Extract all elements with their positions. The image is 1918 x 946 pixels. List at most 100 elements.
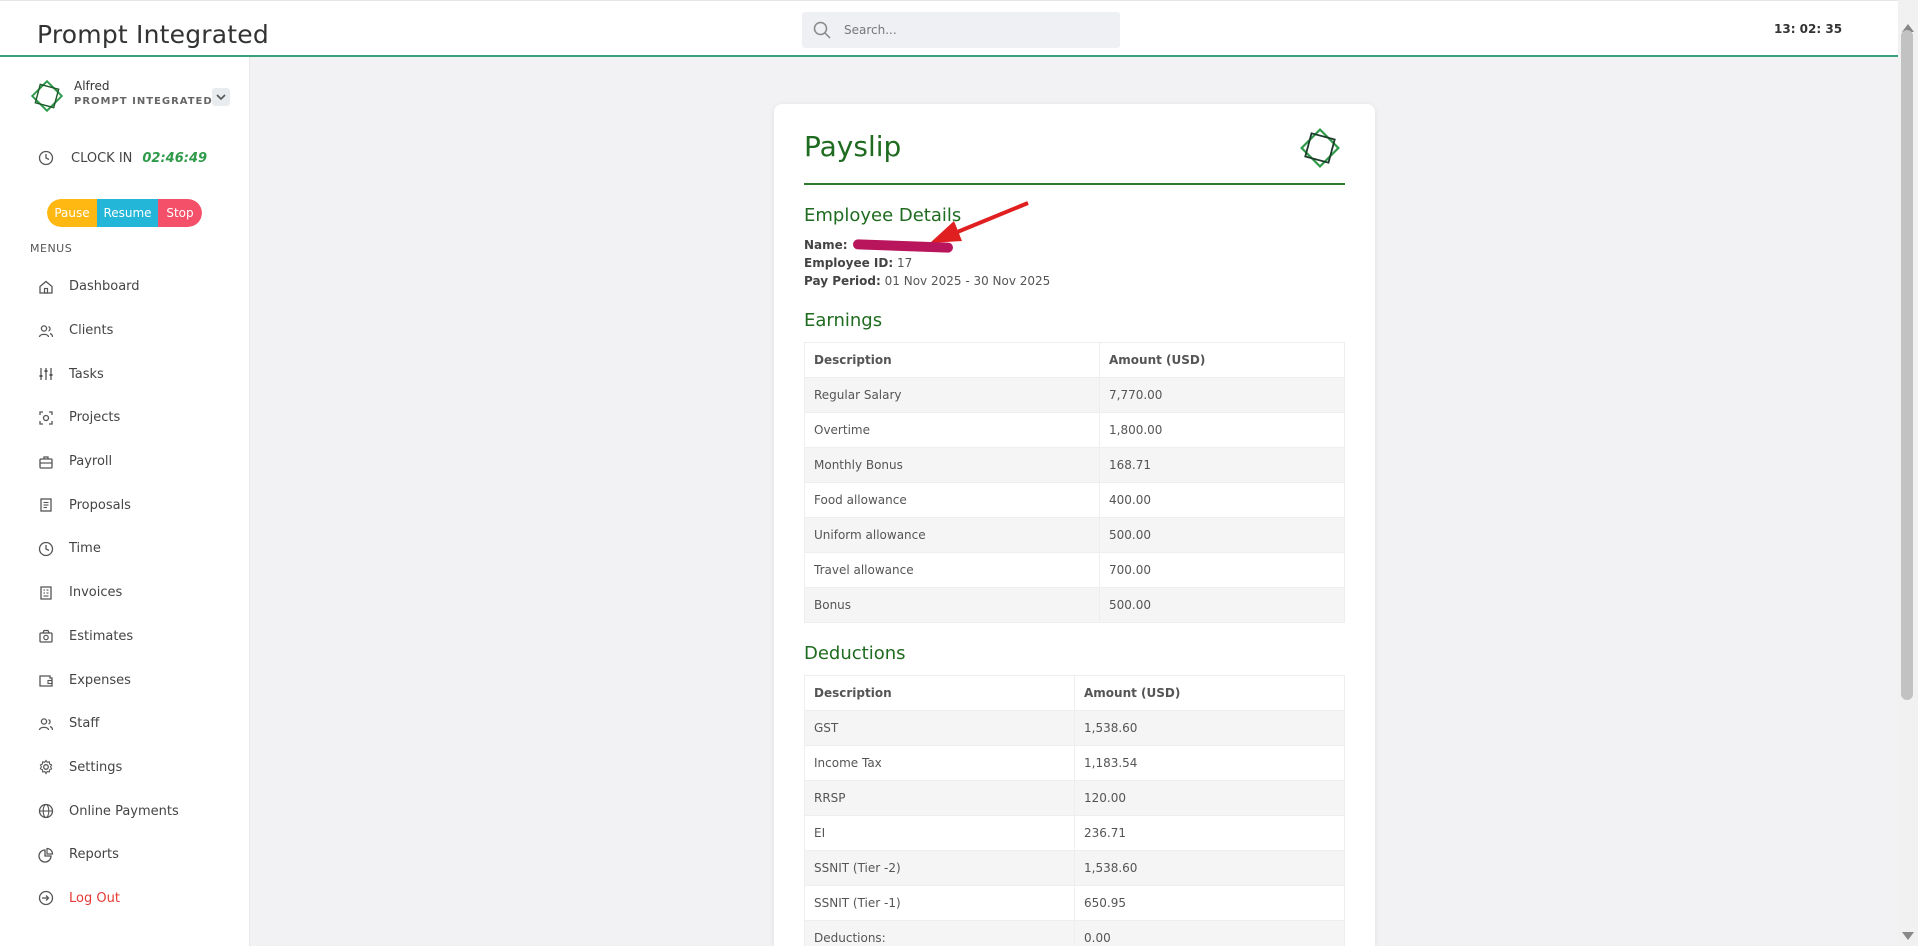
column-header: Description — [804, 342, 1100, 378]
user-name: Alfred — [74, 79, 110, 93]
table-cell: 400.00 — [1099, 482, 1345, 518]
sidebar-item-tasks[interactable]: Tasks — [0, 352, 250, 396]
sidebar-item-label: Expenses — [69, 672, 131, 688]
table-cell: Food allowance — [804, 482, 1100, 518]
table-cell: EI — [804, 815, 1075, 851]
app-title: Prompt Integrated — [37, 20, 269, 49]
table-cell: Monthly Bonus — [804, 447, 1100, 483]
sidebar-item-label: Payroll — [69, 454, 113, 470]
name-redaction — [853, 238, 954, 253]
sidebar-item-label: Projects — [69, 410, 121, 426]
clock-icon — [38, 150, 54, 166]
staff-icon — [38, 717, 54, 730]
table-cell: 650.95 — [1074, 885, 1345, 921]
table-row: Travel allowance 700.00 — [804, 552, 1345, 588]
sidebar-item-expenses[interactable]: Expenses — [0, 658, 250, 702]
sidebar: Alfred PROMPT INTEGRATED CLOCK IN 02:46:… — [0, 57, 250, 946]
estimate-icon — [39, 630, 53, 643]
sidebar-item-label: Clients — [69, 323, 114, 339]
sidebar-item-reports[interactable]: Reports — [0, 833, 250, 877]
table-cell: 236.71 — [1074, 815, 1345, 851]
payslip-card: Payslip Employee Details Name: Employee … — [774, 104, 1375, 946]
table-cell: 1,538.60 — [1074, 850, 1345, 886]
table-cell: 500.00 — [1099, 517, 1345, 553]
table-row: Deductions: 0.00 — [804, 920, 1345, 946]
table-cell: Bonus — [804, 587, 1100, 623]
search-box[interactable] — [802, 12, 1120, 48]
table-cell: Deductions: — [804, 920, 1075, 946]
user-org: PROMPT INTEGRATED — [74, 96, 213, 107]
chevron-down-icon — [216, 94, 226, 101]
sidebar-item-online-payments[interactable]: Online Payments — [0, 789, 250, 833]
table-cell: Travel allowance — [804, 552, 1100, 588]
column-header: Description — [804, 675, 1075, 711]
clock-icon — [38, 541, 54, 557]
table-cell: 700.00 — [1099, 552, 1345, 588]
table-cell: Overtime — [804, 412, 1100, 448]
clock-in-label: CLOCK IN — [71, 150, 133, 166]
table-row: SSNIT (Tier -2) 1,538.60 — [804, 850, 1345, 886]
table-cell: GST — [804, 710, 1075, 746]
table-cell: 7,770.00 — [1099, 377, 1345, 413]
search-icon — [813, 21, 831, 39]
scroll-down-arrow-icon[interactable] — [1902, 932, 1914, 940]
sliders-icon — [39, 368, 53, 381]
sidebar-item-projects[interactable]: Projects — [0, 396, 250, 440]
document-icon — [40, 498, 52, 512]
sidebar-item-label: Staff — [69, 716, 100, 732]
table-cell: SSNIT (Tier -2) — [804, 850, 1075, 886]
sidebar-item-label: Reports — [69, 847, 119, 863]
sidebar-item-label: Online Payments — [69, 803, 179, 819]
page-scrollbar[interactable] — [1898, 0, 1918, 946]
projects-icon — [39, 411, 53, 425]
name-label: Name: — [804, 238, 848, 252]
sidebar-item-staff[interactable]: Staff — [0, 702, 250, 746]
table-cell: Income Tax — [804, 745, 1075, 781]
resume-button[interactable]: Resume — [97, 199, 158, 227]
table-row: EI 236.71 — [804, 815, 1345, 851]
table-cell: Uniform allowance — [804, 517, 1100, 553]
sidebar-item-proposals[interactable]: Proposals — [0, 483, 250, 527]
table-header-row: Description Amount (USD) — [804, 675, 1345, 711]
header-clock: 13: 02: 35 — [1774, 22, 1843, 36]
sidebar-item-invoices[interactable]: Invoices — [0, 571, 250, 615]
sidebar-item-label: Invoices — [69, 585, 123, 601]
pause-button[interactable]: Pause — [47, 199, 97, 227]
table-row: Monthly Bonus 168.71 — [804, 447, 1345, 483]
clock-in-status: CLOCK IN 02:46:49 — [38, 150, 207, 166]
sidebar-item-label: Estimates — [69, 628, 134, 644]
user-profile[interactable]: Alfred PROMPT INTEGRATED — [28, 77, 238, 117]
table-cell: Regular Salary — [804, 377, 1100, 413]
column-header: Amount (USD) — [1099, 342, 1345, 378]
table-row: Bonus 500.00 — [804, 587, 1345, 623]
sidebar-item-clients[interactable]: Clients — [0, 309, 250, 353]
scroll-thumb[interactable] — [1901, 30, 1913, 700]
employee-id-label: Employee ID: — [804, 256, 894, 270]
top-header: Prompt Integrated 13: 02: 35 — [0, 0, 1898, 57]
table-row: RRSP 120.00 — [804, 780, 1345, 816]
sidebar-item-dashboard[interactable]: Dashboard — [0, 265, 250, 309]
timer-controls: Pause Resume Stop — [47, 199, 202, 227]
company-logo-icon — [30, 79, 64, 113]
deductions-table: Description Amount (USD) GST 1,538.60 Inc… — [804, 675, 1345, 946]
table-cell: 120.00 — [1074, 780, 1345, 816]
table-cell: 0.00 — [1074, 920, 1345, 946]
page-title: Payslip — [804, 130, 902, 163]
sidebar-item-settings[interactable]: Settings — [0, 746, 250, 790]
table-row: Regular Salary 7,770.00 — [804, 377, 1345, 413]
sidebar-item-payroll[interactable]: Payroll — [0, 440, 250, 484]
table-cell: 500.00 — [1099, 587, 1345, 623]
sidebar-item-time[interactable]: Time — [0, 527, 250, 571]
search-input[interactable] — [844, 23, 1114, 37]
wallet-icon — [39, 675, 53, 687]
sidebar-item-estimates[interactable]: Estimates — [0, 615, 250, 659]
stop-button[interactable]: Stop — [158, 199, 202, 227]
sidebar-item-label: Log Out — [69, 890, 120, 906]
earnings-table: Description Amount (USD) Regular Salary 7… — [804, 342, 1345, 623]
sidebar-item-label: Tasks — [69, 366, 104, 382]
table-cell: SSNIT (Tier -1) — [804, 885, 1075, 921]
users-icon — [38, 324, 54, 337]
user-menu-toggle[interactable] — [212, 88, 230, 106]
sidebar-item-label: Time — [69, 541, 101, 557]
sidebar-item-logout[interactable]: Log Out — [0, 877, 250, 921]
